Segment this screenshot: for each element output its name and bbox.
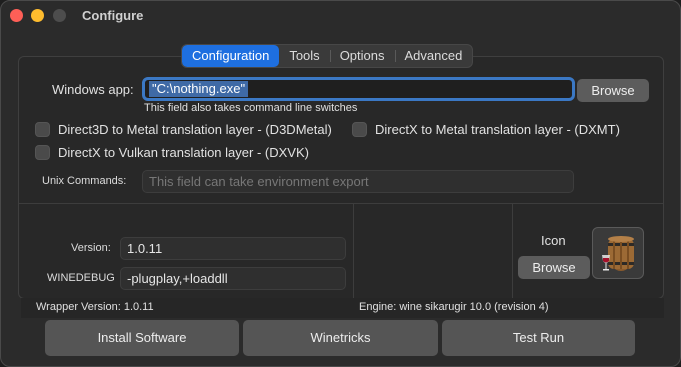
wine-barrel-icon [602, 236, 634, 271]
tab-bar: Configuration Tools Options Advanced [181, 44, 474, 68]
column-divider-right [512, 204, 513, 298]
install-software-button[interactable]: Install Software [45, 320, 239, 356]
checkbox-label: DirectX to Metal translation layer - (DX… [375, 122, 620, 137]
windows-app-label: Windows app: [52, 82, 134, 97]
windows-app-value: "C:\nothing.exe" [149, 81, 249, 97]
engine-version-text: Engine: wine sikarugir 10.0 (revision 4) [359, 301, 549, 313]
winedebug-label: WINEDEBUG [47, 272, 115, 284]
minimize-window-button[interactable] [31, 9, 44, 22]
zoom-window-button[interactable] [53, 9, 66, 22]
version-input[interactable]: 1.0.11 [120, 237, 346, 260]
checkbox-box[interactable] [35, 145, 50, 160]
windows-app-input[interactable]: "C:\nothing.exe" [142, 77, 575, 101]
tab-advanced[interactable]: Advanced [394, 45, 473, 67]
checkbox-label: DirectX to Vulkan translation layer - (D… [58, 145, 309, 160]
tab-tools[interactable]: Tools [279, 45, 329, 67]
winedebug-input[interactable]: -plugplay,+loaddll [120, 267, 346, 290]
d3dmetal-checkbox[interactable]: Direct3D to Metal translation layer - (D… [35, 122, 332, 137]
icon-browse-button[interactable]: Browse [518, 256, 590, 279]
tab-configuration[interactable]: Configuration [182, 45, 280, 67]
dxmt-checkbox[interactable]: DirectX to Metal translation layer - (DX… [352, 122, 620, 137]
column-divider-left [353, 204, 354, 298]
checkbox-box[interactable] [352, 122, 367, 137]
close-window-button[interactable] [10, 9, 23, 22]
windows-app-hint: This field also takes command line switc… [144, 102, 358, 114]
checkbox-label: Direct3D to Metal translation layer - (D… [58, 122, 332, 137]
app-browse-button[interactable]: Browse [577, 79, 649, 102]
test-run-button[interactable]: Test Run [442, 320, 635, 356]
icon-label: Icon [541, 233, 566, 248]
configure-window: Configure Configuration Tools Options Ad… [0, 0, 681, 367]
title-bar: Configure [1, 1, 680, 31]
dxvk-checkbox[interactable]: DirectX to Vulkan translation layer - (D… [35, 145, 309, 160]
app-icon-well[interactable] [592, 227, 644, 279]
unix-commands-input[interactable]: This field can take environment export [142, 170, 574, 193]
section-divider [19, 203, 663, 204]
winetricks-button[interactable]: Winetricks [243, 320, 438, 356]
window-title: Configure [82, 8, 144, 23]
wrapper-version-text: Wrapper Version: 1.0.11 [36, 301, 154, 313]
checkbox-box[interactable] [35, 122, 50, 137]
version-label: Version: [71, 242, 111, 254]
tab-options[interactable]: Options [329, 45, 395, 67]
unix-commands-label: Unix Commands: [42, 175, 127, 187]
